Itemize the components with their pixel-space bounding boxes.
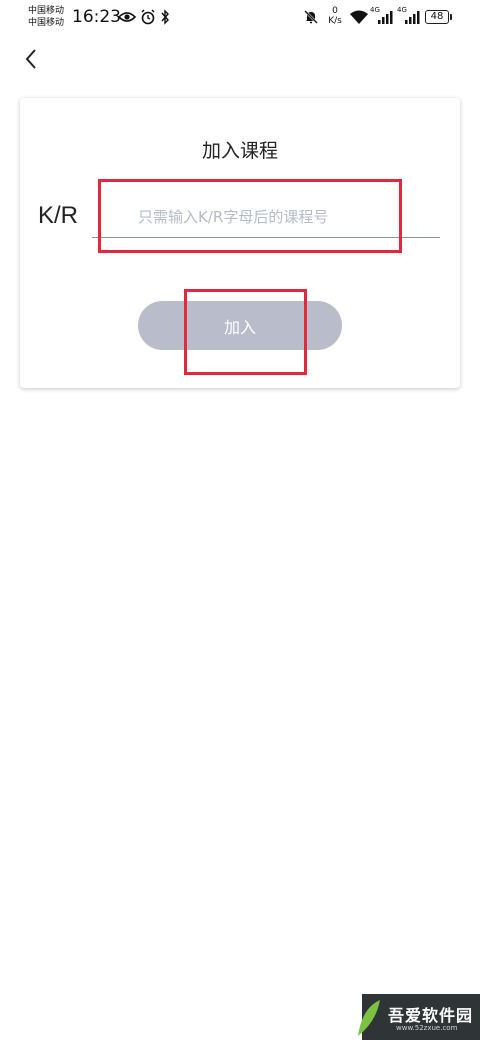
course-prefix-label: K/R [38, 202, 79, 229]
wifi-icon [349, 8, 369, 26]
back-button[interactable] [16, 44, 46, 74]
battery-cap [450, 14, 452, 20]
input-highlight-box [98, 179, 402, 253]
button-highlight-box [184, 289, 307, 375]
status-bar: 中国移动 中国移动 16:23 0 K/s 4G 4G 48 [0, 0, 480, 34]
carrier-2: 中国移动 [28, 18, 65, 28]
chevron-left-icon [25, 49, 36, 69]
watermark-text: 吾爱软件园 [388, 1006, 474, 1025]
net-speed-value: 0 [332, 6, 338, 16]
signal-1: 4G [370, 6, 394, 26]
leaf-logo-icon [358, 1000, 380, 1036]
clock: 16:23 [72, 7, 121, 27]
net-speed: 0 K/s [325, 6, 345, 26]
signal-2: 4G [397, 6, 421, 26]
alarm-icon [139, 8, 157, 26]
signal-1-label: 4G [370, 6, 380, 14]
bluetooth-icon [159, 8, 171, 26]
eye-icon [117, 8, 137, 26]
watermark-url: www.52zxue.com [396, 1024, 458, 1032]
bell-off-icon [302, 8, 320, 26]
battery-indicator: 48 [425, 10, 449, 24]
carrier-info: 中国移动 中国移动 [28, 5, 64, 29]
carrier-1: 中国移动 [28, 6, 65, 16]
join-course-screen: 中国移动 中国移动 16:23 0 K/s 4G 4G 48 加入课程 K/R … [0, 0, 480, 1040]
signal-2-label: 4G [397, 6, 407, 14]
card-title: 加入课程 [201, 140, 278, 162]
net-speed-unit: K/s [328, 16, 342, 26]
